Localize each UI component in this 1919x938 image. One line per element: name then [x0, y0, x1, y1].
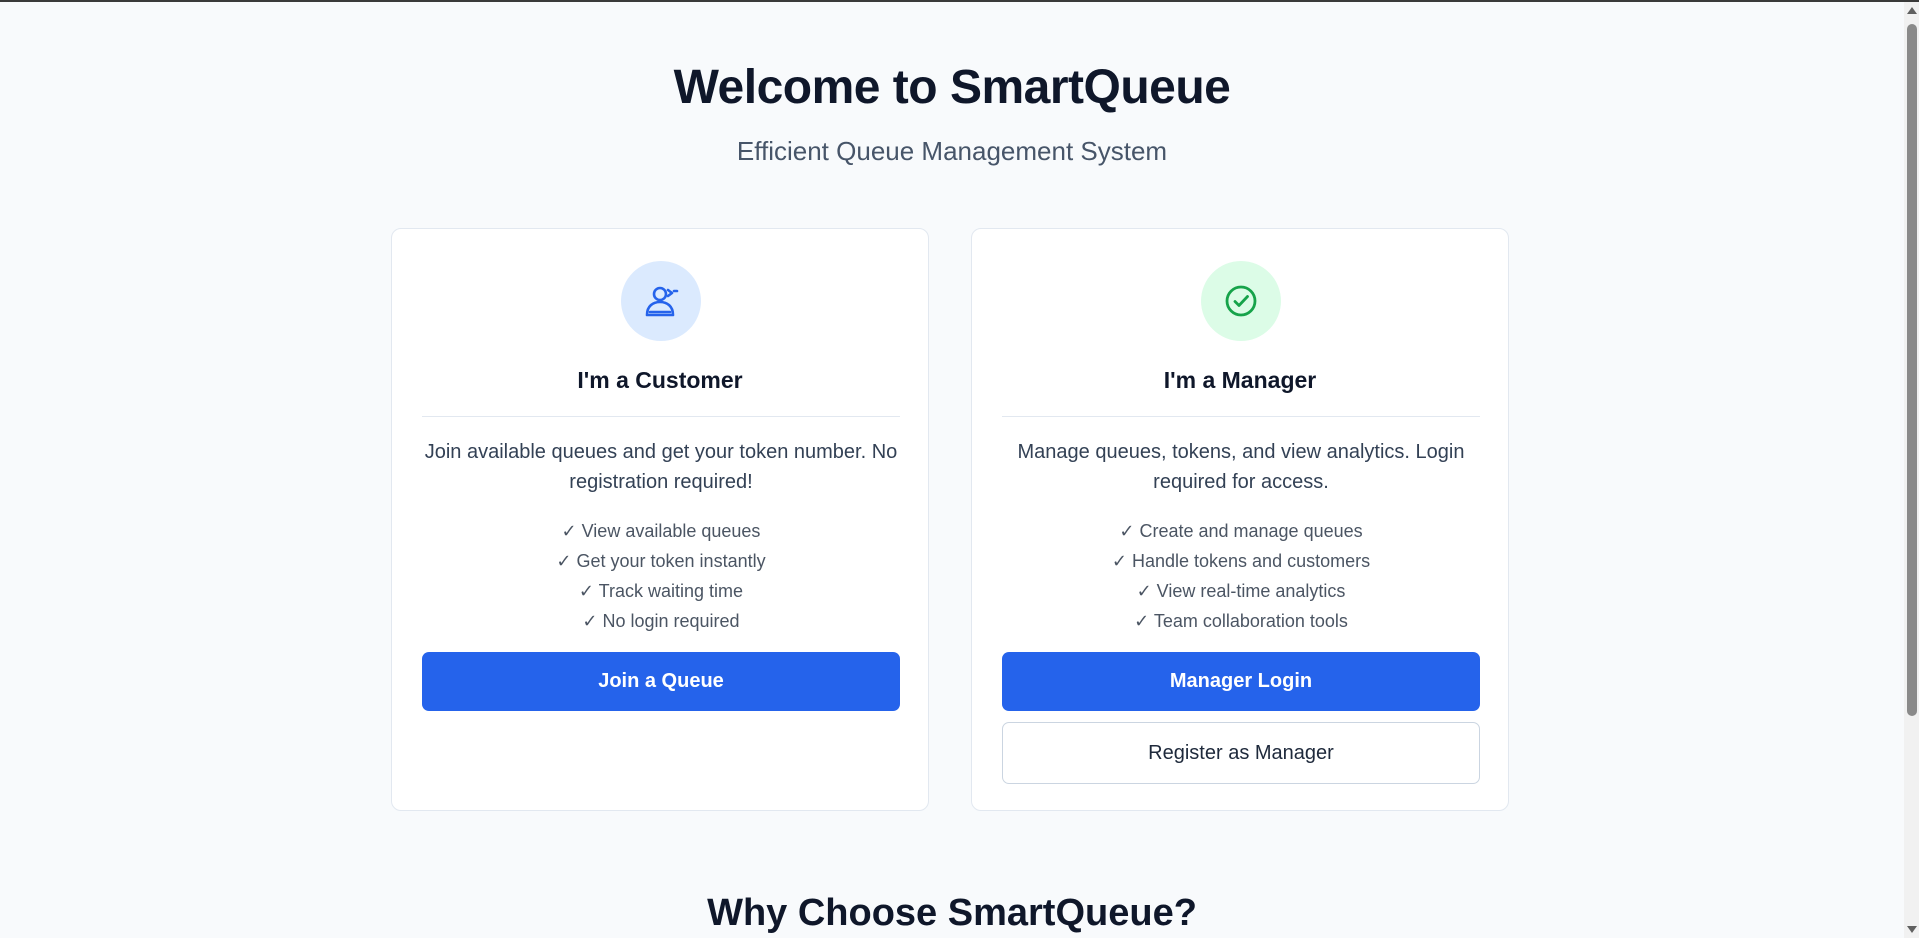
customer-card: I'm a Customer Join available queues and…: [391, 228, 929, 811]
feature-item: ✓ Get your token instantly: [556, 551, 766, 571]
manager-feature-list: ✓ Create and manage queues ✓ Handle toke…: [1002, 516, 1480, 636]
customer-card-description: Join available queues and get your token…: [424, 441, 898, 493]
page-subtitle: Efficient Queue Management System: [736, 136, 1168, 166]
manager-card: I'm a Manager Manage queues, tokens, and…: [971, 228, 1509, 811]
feature-item: ✓ Create and manage queues: [1119, 521, 1363, 541]
scrollbar-thumb[interactable]: [1907, 24, 1917, 716]
scroll-down-arrow-icon[interactable]: [1907, 926, 1917, 933]
user-icon: [621, 261, 701, 341]
manager-card-title: I'm a Manager: [1163, 367, 1317, 393]
feature-item: ✓ Team collaboration tools: [1134, 611, 1348, 631]
page-title: Welcome to SmartQueue: [673, 61, 1231, 114]
feature-item: ✓ No login required: [582, 611, 740, 631]
customer-card-title: I'm a Customer: [577, 367, 743, 393]
manager-card-divider: [1002, 416, 1480, 417]
feature-item: ✓ Track waiting time: [578, 581, 744, 601]
customer-card-divider: [422, 416, 900, 417]
vertical-scrollbar[interactable]: [1904, 2, 1919, 938]
why-choose-heading: Why Choose SmartQueue?: [707, 892, 1197, 934]
landing-page: Welcome to SmartQueue Efficient Queue Ma…: [0, 2, 1904, 938]
feature-item: ✓ View available queues: [561, 521, 761, 541]
register-manager-button[interactable]: Register as Manager: [1002, 722, 1480, 784]
manager-login-button[interactable]: Manager Login: [1002, 652, 1480, 711]
feature-item: ✓ View real-time analytics: [1136, 581, 1346, 601]
join-queue-button[interactable]: Join a Queue: [422, 652, 900, 711]
scroll-up-arrow-icon[interactable]: [1907, 7, 1917, 14]
feature-item: ✓ Handle tokens and customers: [1111, 551, 1371, 571]
manager-card-description: Manage queues, tokens, and view analytic…: [1017, 441, 1465, 493]
customer-feature-list: ✓ View available queues ✓ Get your token…: [422, 516, 900, 636]
check-circle-icon: [1201, 261, 1281, 341]
